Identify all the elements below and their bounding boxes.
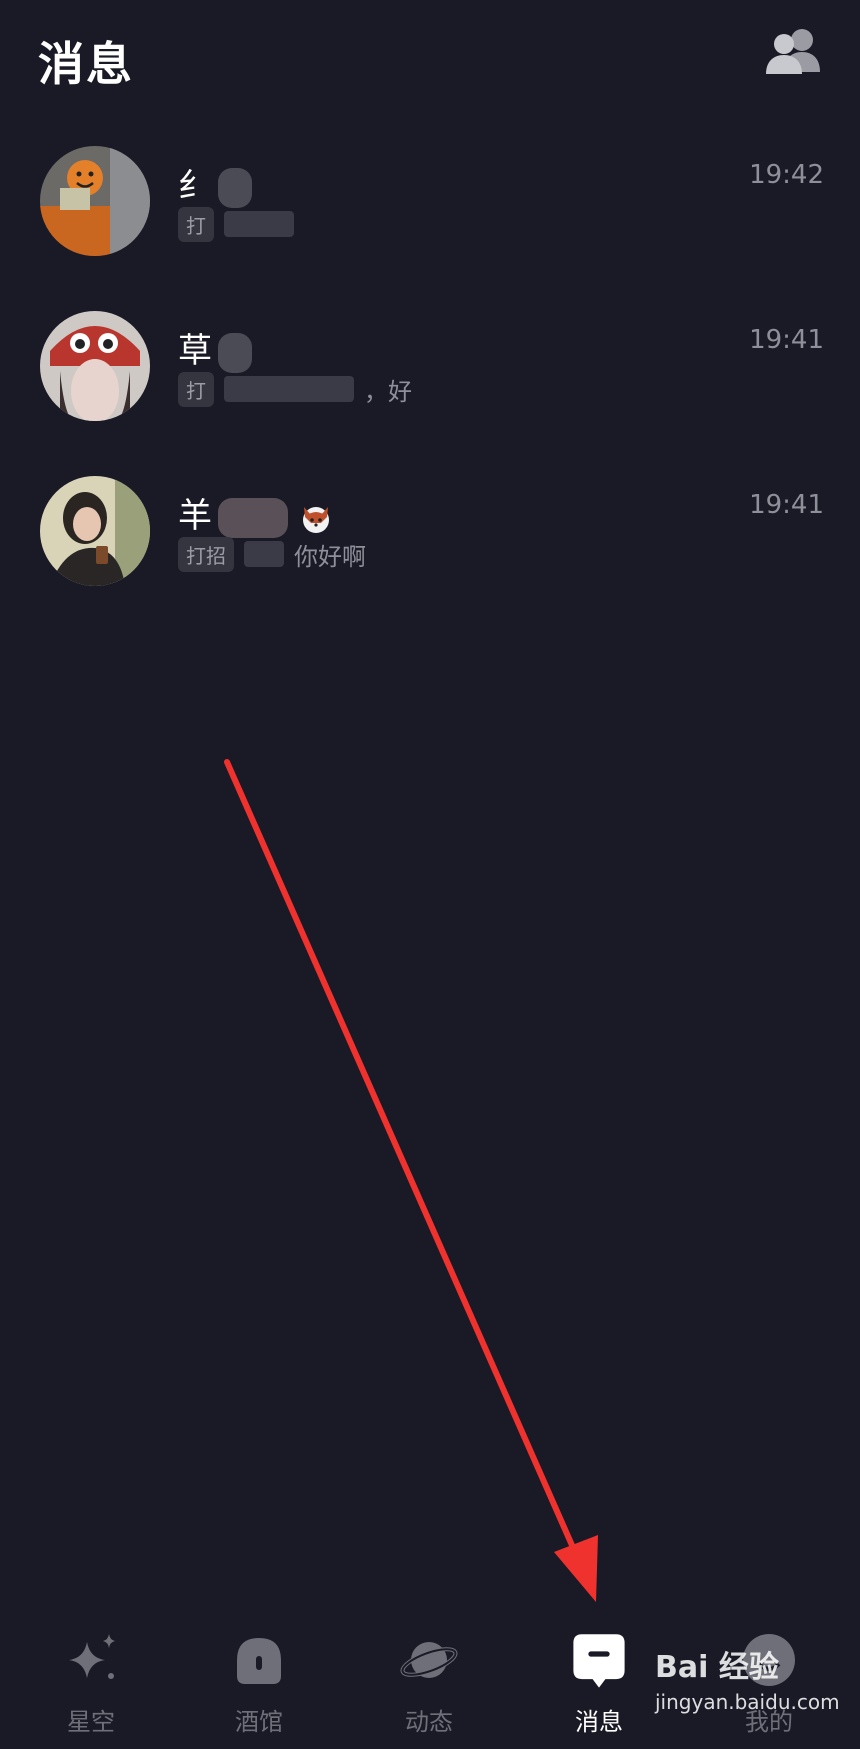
people-icon xyxy=(766,29,820,74)
contact-name: 羊 xyxy=(178,488,333,538)
planet-icon xyxy=(400,1642,458,1678)
redaction-blur xyxy=(218,497,288,538)
message-item[interactable]: 纟 19:42 打 xyxy=(0,140,860,305)
preview-tag: 打招 xyxy=(178,536,234,572)
avatar[interactable] xyxy=(40,311,150,421)
watermark: Bai 经验 jingyan.baidu.com xyxy=(655,1642,855,1722)
contact-name: 草 xyxy=(178,323,252,373)
message-item[interactable]: 草 19:41 打 ，好 xyxy=(0,305,860,470)
fox-emoji-icon xyxy=(302,506,329,533)
redaction-blur xyxy=(244,541,284,567)
tab-label: 酒馆 xyxy=(235,1708,283,1736)
contact-name: 纟 xyxy=(178,158,252,208)
contact-name-text: 羊 xyxy=(178,496,212,536)
preview-tag: 打 xyxy=(178,206,214,242)
redaction-blur xyxy=(218,332,252,373)
avatar[interactable] xyxy=(40,476,150,586)
preview-text: ，好 xyxy=(364,377,412,406)
bubble-icon xyxy=(237,1638,281,1684)
contact-name-text: 纟 xyxy=(178,166,212,206)
preview-text: 你好啊 xyxy=(294,542,366,571)
message-preview: 打招 你好啊 xyxy=(178,536,366,572)
contact-name-text: 草 xyxy=(178,331,212,371)
avatar-photo xyxy=(40,146,150,256)
message-time: 19:42 xyxy=(749,160,824,190)
avatar[interactable] xyxy=(40,146,150,256)
page-title: 消息 xyxy=(38,37,134,91)
tab-tavern[interactable]: 酒馆 xyxy=(199,1610,319,1749)
message-time: 19:41 xyxy=(749,325,824,355)
tab-label: 消息 xyxy=(575,1708,623,1736)
watermark-brand: Bai 经验 xyxy=(655,1650,779,1685)
header: 消息 xyxy=(0,0,860,120)
tab-label: 星空 xyxy=(67,1708,115,1736)
contacts-button[interactable] xyxy=(762,24,826,80)
sparkle-icon xyxy=(69,1634,115,1679)
tab-label: 动态 xyxy=(405,1708,453,1736)
watermark-url: jingyan.baidu.com xyxy=(655,1690,840,1714)
message-preview: 打 xyxy=(178,206,294,242)
tab-messages[interactable]: 消息 xyxy=(539,1610,659,1749)
tab-moments[interactable]: 动态 xyxy=(369,1610,489,1749)
redaction-blur xyxy=(224,211,294,237)
redaction-blur xyxy=(224,376,354,402)
redaction-blur xyxy=(218,167,252,208)
preview-tag: 打 xyxy=(178,371,214,407)
message-time: 19:41 xyxy=(749,490,824,520)
message-list: 纟 19:42 打 草 19:41 打 ，好 羊 19:41 打招 你好啊 xyxy=(0,140,860,635)
message-item[interactable]: 羊 19:41 打招 你好啊 xyxy=(0,470,860,635)
message-preview: 打 ，好 xyxy=(178,371,412,407)
message-icon xyxy=(573,1634,625,1688)
tab-starry-sky[interactable]: 星空 xyxy=(31,1610,151,1749)
avatar-photo xyxy=(40,311,150,421)
avatar-photo xyxy=(40,476,150,586)
